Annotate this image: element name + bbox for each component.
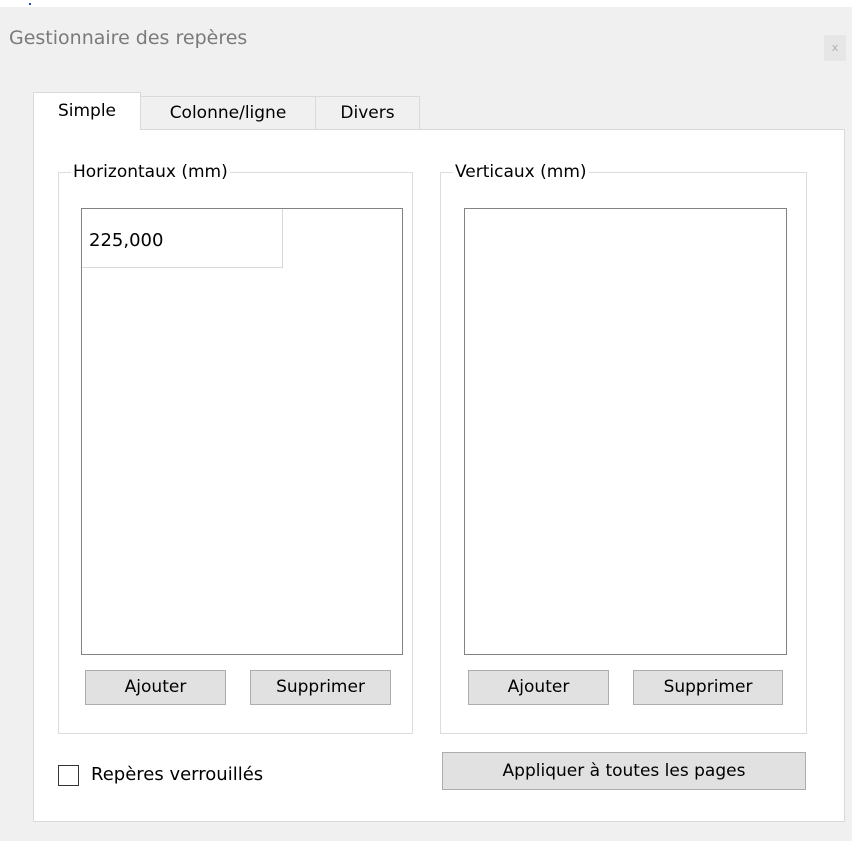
tab-panel-simple: Horizontaux (mm) 225,000 Ajouter Supprim… (33, 129, 845, 822)
horizontal-add-button[interactable]: Ajouter (85, 670, 226, 705)
tab-column-line[interactable]: Colonne/ligne (140, 96, 316, 129)
top-strip (0, 0, 852, 7)
title-bar: Gestionnaire des repères x (0, 7, 852, 69)
vertical-guides-list[interactable] (464, 208, 787, 655)
close-button[interactable]: x (824, 35, 846, 61)
marker-dot (29, 3, 31, 5)
checkbox-box[interactable] (58, 765, 79, 786)
horizontal-remove-button[interactable]: Supprimer (250, 670, 391, 705)
horizontal-guides-label: Horizontaux (mm) (71, 161, 230, 183)
lock-guides-label: Repères verrouillés (91, 764, 264, 785)
vertical-guides-group: Verticaux (mm) Ajouter Supprimer (440, 161, 807, 734)
list-item[interactable]: 225,000 (82, 209, 283, 268)
horizontal-guides-group: Horizontaux (mm) 225,000 Ajouter Supprim… (58, 161, 413, 734)
vertical-guides-label: Verticaux (mm) (453, 161, 589, 183)
tab-misc[interactable]: Divers (315, 96, 420, 129)
window-title: Gestionnaire des repères (9, 27, 248, 49)
tab-simple[interactable]: Simple (33, 92, 141, 130)
vertical-remove-button[interactable]: Supprimer (633, 670, 783, 705)
horizontal-guides-list[interactable]: 225,000 (81, 208, 403, 655)
apply-to-all-pages-button[interactable]: Appliquer à toutes les pages (442, 752, 806, 790)
vertical-add-button[interactable]: Ajouter (468, 670, 609, 705)
